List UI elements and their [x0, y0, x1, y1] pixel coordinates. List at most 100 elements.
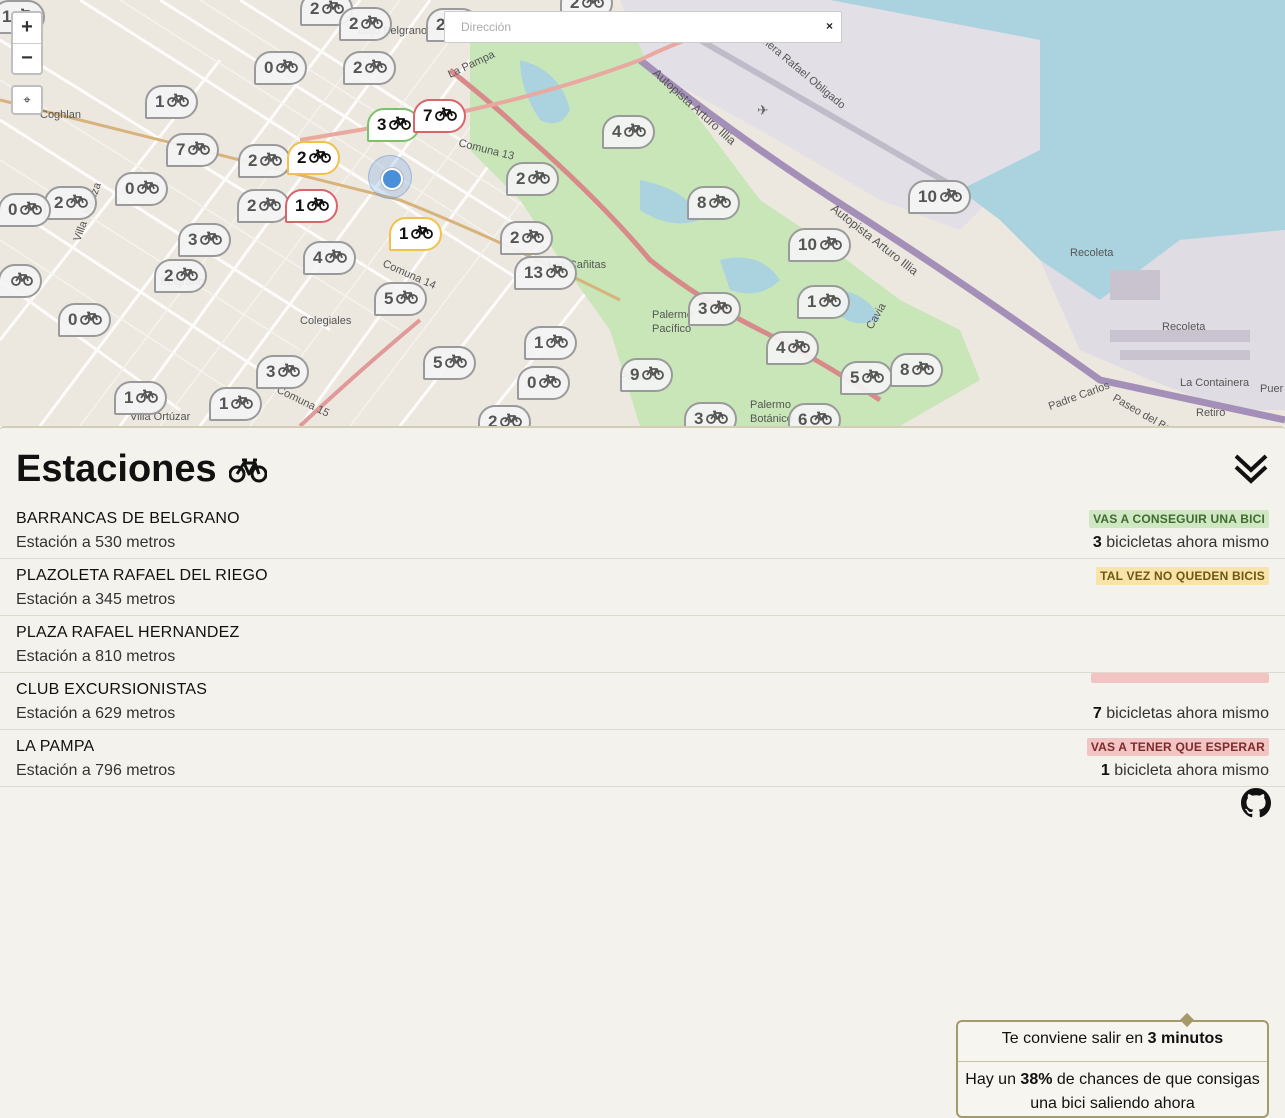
bicycle-icon: [912, 360, 935, 380]
marker-count: 7: [176, 140, 186, 159]
github-icon[interactable]: [1241, 788, 1271, 818]
station-marker[interactable]: 1: [114, 381, 168, 415]
bicycle-icon: [706, 409, 729, 426]
station-marker[interactable]: 1: [524, 326, 578, 360]
bike-count: 3 bicicletas ahora mismo: [1092, 534, 1269, 551]
bicycle-icon: [20, 200, 43, 220]
marker-count: 0: [264, 58, 274, 77]
bicycle-icon: [389, 115, 412, 135]
station-distance: Estación a 810 metros: [16, 648, 176, 665]
station-marker[interactable]: 4: [602, 115, 656, 149]
station-row[interactable]: LA PAMPA Estación a 796 metros VAS A TENER…: [0, 730, 1285, 787]
marker-count: 3: [266, 362, 276, 381]
marker-count: 4: [612, 122, 622, 141]
availability-badge: TAL VEZ NO QUEDEN BICIS: [1096, 567, 1269, 585]
marker-count: 0: [527, 373, 537, 392]
svg-text:Colegiales: Colegiales: [300, 315, 352, 327]
station-row[interactable]: BARRANCAS DE BELGRANO Estación a 530 metr…: [0, 502, 1285, 559]
station-row[interactable]: CLUB EXCURSIONISTAS Estación a 629 metros…: [0, 673, 1285, 730]
bicycle-icon: [80, 310, 103, 330]
marker-count: 4: [313, 248, 323, 267]
station-marker[interactable]: 3: [684, 402, 738, 426]
station-marker[interactable]: 6: [788, 403, 842, 426]
bicycle-icon: [307, 196, 330, 216]
station-marker[interactable]: 10: [788, 228, 851, 262]
station-marker[interactable]: 7: [166, 133, 220, 167]
station-marker[interactable]: 2: [500, 221, 554, 255]
station-marker-yellow[interactable]: 1: [389, 217, 443, 251]
marker-count: 1: [295, 196, 305, 215]
station-marker[interactable]: 2: [154, 259, 208, 293]
station-marker[interactable]: 1: [797, 285, 851, 319]
station-marker[interactable]: 8: [687, 186, 741, 220]
map[interactable]: Bajo Belgrano La Pampa Autopista Arturo …: [0, 0, 1285, 426]
bicycle-icon: [642, 365, 665, 385]
marker-count: 5: [433, 353, 443, 372]
bicycle-icon: [228, 458, 267, 482]
marker-count: 5: [850, 368, 860, 387]
bicycle-icon: [278, 362, 301, 382]
marker-count: 0: [68, 310, 78, 329]
station-marker[interactable]: 3: [256, 355, 310, 389]
svg-text:Palermo: Palermo: [750, 399, 791, 411]
marker-count: 8: [900, 360, 910, 379]
station-marker[interactable]: 0: [115, 172, 169, 206]
station-marker-red[interactable]: 7: [413, 99, 467, 133]
marker-count: 1: [124, 388, 134, 407]
station-marker[interactable]: 0: [254, 51, 308, 85]
station-marker[interactable]: 1: [209, 387, 263, 421]
station-marker[interactable]: 3: [178, 223, 232, 257]
clear-search-icon[interactable]: ×: [826, 19, 833, 33]
station-marker[interactable]: 5: [840, 361, 894, 395]
zoom-in-button[interactable]: +: [13, 13, 41, 43]
locate-me-button[interactable]: ⌖: [11, 85, 43, 115]
station-marker[interactable]: 2: [339, 7, 393, 41]
availability-badge: [1091, 673, 1269, 683]
station-row[interactable]: PLAZA RAFAEL HERNANDEZ Estación a 810 met…: [0, 616, 1285, 673]
station-marker[interactable]: 2: [343, 51, 397, 85]
station-marker[interactable]: 2: [478, 405, 532, 426]
station-row[interactable]: PLAZOLETA RAFAEL DEL RIEGO Estación a 345…: [0, 559, 1285, 616]
zoom-out-button[interactable]: −: [13, 43, 41, 73]
station-marker[interactable]: 0: [58, 303, 112, 337]
station-marker[interactable]: 8: [890, 353, 944, 387]
bicycle-icon: [396, 289, 419, 309]
marker-count: 3: [694, 409, 704, 426]
bicycle-icon: [435, 106, 458, 126]
station-marker[interactable]: [0, 264, 42, 298]
svg-text:Retiro: Retiro: [1196, 407, 1225, 419]
station-name: PLAZA RAFAEL HERNANDEZ: [16, 624, 240, 641]
station-marker[interactable]: 3: [688, 292, 742, 326]
station-marker[interactable]: 9: [620, 358, 674, 392]
panel-title: Estaciones: [16, 448, 217, 490]
station-name: BARRANCAS DE BELGRANO: [16, 510, 240, 527]
station-marker[interactable]: 13: [514, 256, 577, 290]
marker-count: 8: [697, 193, 707, 212]
marker-count: 1: [534, 333, 544, 352]
station-marker[interactable]: 2: [506, 162, 560, 196]
station-marker[interactable]: 5: [374, 282, 428, 316]
marker-count: 1: [399, 224, 409, 243]
station-marker[interactable]: 0: [517, 366, 571, 400]
bicycle-icon: [276, 58, 299, 78]
collapse-panel-icon[interactable]: [1233, 450, 1269, 486]
address-search-input[interactable]: [445, 12, 805, 42]
station-marker[interactable]: 2: [238, 144, 292, 178]
marker-count: 2: [516, 169, 526, 188]
station-marker[interactable]: 2: [44, 186, 98, 220]
station-marker-red[interactable]: 1: [285, 189, 339, 223]
station-marker[interactable]: 0: [0, 193, 52, 227]
svg-text:Palermo: Palermo: [652, 309, 693, 321]
station-distance: Estación a 530 metros: [16, 534, 176, 551]
station-marker[interactable]: 1: [145, 85, 199, 119]
station-marker[interactable]: 4: [766, 331, 820, 365]
marker-count: 2: [310, 0, 320, 18]
bicycle-icon: [167, 92, 190, 112]
station-marker[interactable]: 5: [423, 346, 477, 380]
station-marker[interactable]: 4: [303, 241, 357, 275]
station-marker[interactable]: 2: [237, 189, 291, 223]
address-search: ×: [444, 11, 842, 43]
marker-count: 0: [8, 200, 18, 219]
station-marker[interactable]: 10: [908, 180, 971, 214]
station-marker-yellow[interactable]: 2: [287, 141, 341, 175]
